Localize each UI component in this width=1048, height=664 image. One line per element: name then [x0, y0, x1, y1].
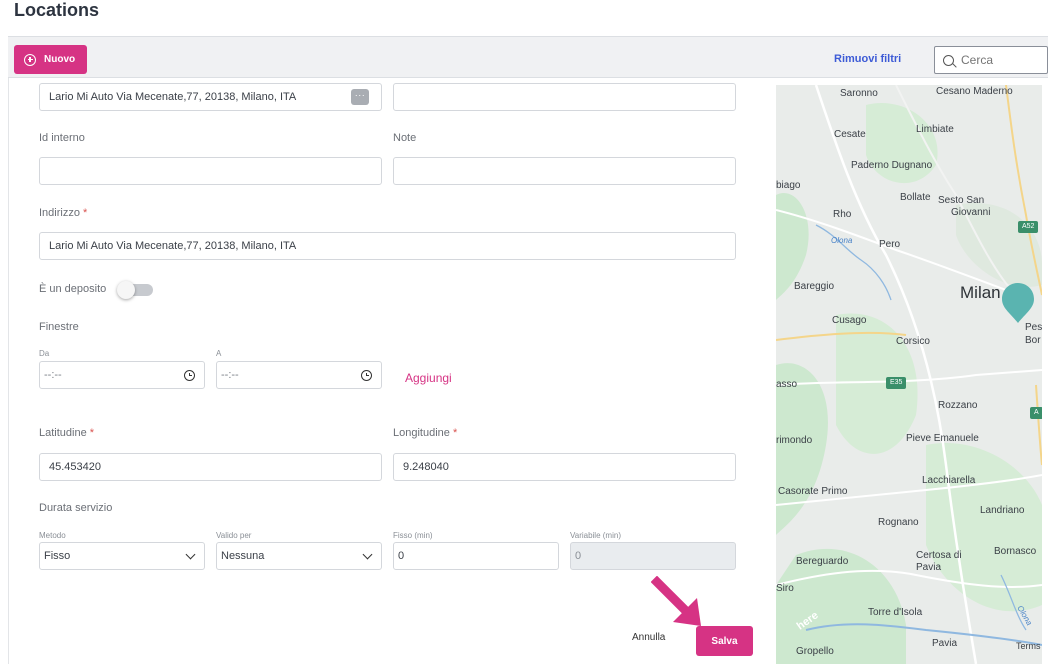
cancel-button[interactable]: Annulla [632, 632, 665, 643]
to-label: A [216, 349, 222, 358]
map-view[interactable]: Saronno Cesano Maderno Cesate Limbiate P… [776, 85, 1042, 664]
toggle-knob [117, 281, 135, 299]
name-field[interactable]: Lario Mi Auto Via Mecenate,77, 20138, Mi… [39, 83, 382, 111]
map-label-sesto: Sesto San [938, 195, 985, 206]
map-label-siro: Siro [776, 583, 794, 594]
map-label-giovanni: Giovanni [951, 207, 991, 218]
pointer-arrow-icon [651, 576, 701, 626]
internal-id-label: Id interno [39, 132, 85, 144]
clock-icon[interactable] [184, 370, 195, 381]
internal-id-field[interactable] [39, 157, 382, 185]
map-label-bareggio: Bareggio [794, 281, 835, 292]
longitude-field[interactable]: 9.248040 [393, 453, 736, 481]
method-label: Metodo [39, 531, 66, 540]
from-label: Da [39, 349, 50, 358]
service-duration-label: Durata servizio [39, 502, 113, 514]
valid-for-label: Valido per [216, 531, 252, 540]
address-value: Lario Mi Auto Via Mecenate,77, 20138, Mi… [49, 240, 297, 252]
windows-label: Finestre [39, 321, 79, 333]
map-label-certosa: Certosa di [916, 550, 962, 561]
save-button[interactable]: Salva [696, 626, 753, 656]
map-background [776, 85, 1042, 664]
valid-for-select[interactable]: Nessuna [216, 542, 382, 570]
map-label-lacchiarella: Lacchiarella [922, 475, 976, 486]
clock-icon[interactable] [361, 370, 372, 381]
map-label-bollate: Bollate [900, 192, 931, 203]
map-label-torre: Torre d'Isola [868, 607, 923, 618]
map-label-certosa-pavia: Pavia [916, 562, 942, 573]
remove-filters-link[interactable]: Rimuovi filtri [834, 53, 901, 65]
variable-minutes-field: 0 [570, 542, 736, 570]
map-terms-link[interactable]: Terms [1016, 641, 1041, 651]
method-select[interactable]: Fisso [39, 542, 205, 570]
map-label-gropello: Gropello [796, 646, 834, 657]
depot-label: È un deposito [39, 283, 107, 295]
new-button[interactable]: Nuovo [14, 45, 87, 74]
toolbar: Nuovo Rimuovi filtri [8, 36, 1048, 78]
map-label-rozzano: Rozzano [938, 400, 978, 411]
map-label-rognano: Rognano [878, 517, 919, 528]
to-time-field[interactable]: --:-- [216, 361, 382, 389]
plus-circle-icon [24, 53, 36, 66]
map-label-landriano: Landriano [980, 505, 1025, 516]
map-label-biago: biago [776, 180, 801, 191]
latitude-field[interactable]: 45.453420 [39, 453, 382, 481]
page-title: Locations [14, 0, 100, 20]
more-options-button[interactable]: ··· [351, 89, 369, 105]
map-label-cesate: Cesate [834, 129, 866, 140]
map-label-pieve: Pieve Emanuele [906, 433, 979, 444]
fixed-minutes-label: Fisso (min) [393, 531, 433, 540]
search-box[interactable] [934, 46, 1048, 74]
a52-shield: A52 [1018, 221, 1039, 233]
address-field[interactable]: Lario Mi Auto Via Mecenate,77, 20138, Mi… [39, 232, 736, 260]
depot-toggle[interactable] [117, 281, 153, 299]
new-button-label: Nuovo [44, 54, 76, 65]
latitude-label: Latitudine * [39, 427, 95, 439]
location-pin-icon[interactable] [1000, 281, 1036, 325]
notes-field[interactable] [393, 157, 736, 185]
from-time-field[interactable]: --:-- [39, 361, 205, 389]
secondary-top-field[interactable] [393, 83, 736, 111]
notes-label: Note [393, 132, 417, 144]
map-label-milano: Milan [960, 283, 1001, 302]
search-icon [943, 54, 954, 66]
map-label-bereguardo: Bereguardo [796, 556, 849, 567]
add-window-link[interactable]: Aggiungi [405, 371, 452, 385]
map-label-paderno: Paderno Dugnano [851, 160, 933, 171]
map-label-bor: Bor [1025, 335, 1041, 346]
map-label-limbiate: Limbiate [916, 124, 954, 135]
fixed-minutes-field[interactable]: 0 [393, 542, 559, 570]
map-label-cesano: Cesano Maderno [936, 86, 1013, 97]
map-label-asso: asso [776, 379, 798, 390]
address-label: Indirizzo * [39, 207, 88, 219]
location-form: Lario Mi Auto Via Mecenate,77, 20138, Mi… [8, 78, 765, 664]
variable-minutes-label: Variabile (min) [570, 531, 621, 540]
map-label-cusago: Cusago [832, 315, 867, 326]
a-shield: A [1030, 407, 1042, 419]
map-label-saronno: Saronno [840, 88, 878, 99]
map-label-casorate: Casorate Primo [778, 486, 848, 497]
chevron-down-icon [185, 549, 196, 560]
map-label-rho: Rho [833, 209, 852, 220]
map-label-olona: Olona [831, 236, 853, 245]
chevron-down-icon [362, 549, 373, 560]
e35-shield: E35 [886, 377, 907, 389]
map-label-bornasco: Bornasco [994, 546, 1037, 557]
map-label-pavia: Pavia [932, 638, 958, 649]
longitude-label: Longitudine * [393, 427, 458, 439]
map-label-rimondo: rimondo [776, 435, 813, 446]
map-label-pero: Pero [879, 239, 901, 250]
name-value: Lario Mi Auto Via Mecenate,77, 20138, Mi… [49, 91, 297, 103]
search-input[interactable] [961, 53, 1031, 67]
map-label-corsico: Corsico [896, 336, 930, 347]
